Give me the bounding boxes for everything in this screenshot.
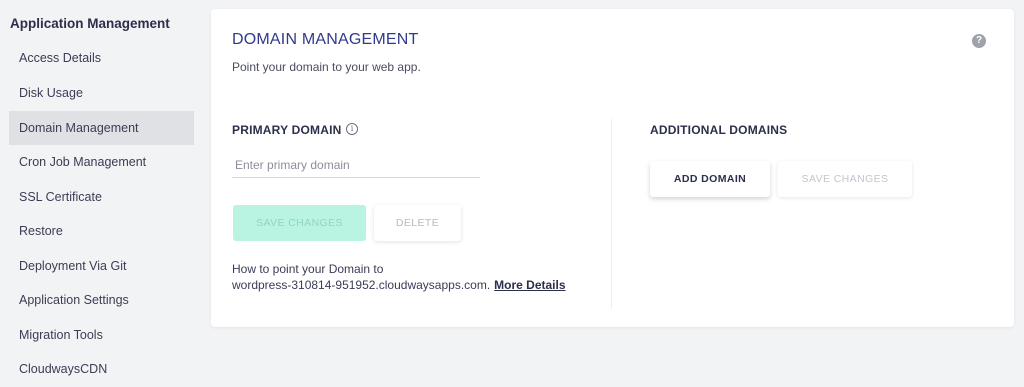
sidebar-item-cloudwayscdn[interactable]: CloudwaysCDN <box>9 352 194 386</box>
save-changes-additional-button[interactable]: SAVE CHANGES <box>778 161 912 197</box>
sidebar-item-ssl-certificate[interactable]: SSL Certificate <box>9 180 194 214</box>
sidebar-item-access-details[interactable]: Access Details <box>9 41 194 75</box>
sidebar-item-application-settings[interactable]: Application Settings <box>9 283 194 317</box>
help-line-2: wordpress-310814-951952.cloudwaysapps.co… <box>232 277 566 293</box>
domain-management-card: DOMAIN MANAGEMENT Point your domain to y… <box>211 9 1014 327</box>
primary-domain-label: PRIMARY DOMAIN <box>232 123 342 137</box>
domain-help-text: How to point your Domain to wordpress-31… <box>232 261 566 293</box>
add-domain-button[interactable]: ADD DOMAIN <box>650 161 770 197</box>
delete-button[interactable]: DELETE <box>374 205 461 241</box>
sidebar-item-deployment-via-git[interactable]: Deployment Via Git <box>9 249 194 283</box>
page-subtitle: Point your domain to your web app. <box>232 60 421 74</box>
sidebar-item-disk-usage[interactable]: Disk Usage <box>9 76 194 110</box>
help-line-1: How to point your Domain to <box>232 262 384 276</box>
sidebar-item-domain-management[interactable]: Domain Management <box>9 111 194 145</box>
sidebar: Application Management Access Details Di… <box>0 0 200 387</box>
question-circle-icon[interactable]: ? <box>972 34 986 48</box>
additional-domains-label: ADDITIONAL DOMAINS <box>650 123 788 137</box>
sidebar-item-cron-job-management[interactable]: Cron Job Management <box>9 145 194 179</box>
sidebar-heading: Application Management <box>10 16 170 31</box>
sidebar-item-migration-tools[interactable]: Migration Tools <box>9 318 194 352</box>
section-divider <box>611 119 612 309</box>
save-changes-primary-button[interactable]: SAVE CHANGES <box>233 205 366 241</box>
sidebar-item-restore[interactable]: Restore <box>9 214 194 248</box>
page-title: DOMAIN MANAGEMENT <box>232 31 419 48</box>
info-circle-icon[interactable]: i <box>346 123 358 135</box>
primary-domain-input[interactable] <box>232 152 480 178</box>
cname-target: wordpress-310814-951952.cloudwaysapps.co… <box>232 278 491 292</box>
more-details-link[interactable]: More Details <box>494 278 565 292</box>
